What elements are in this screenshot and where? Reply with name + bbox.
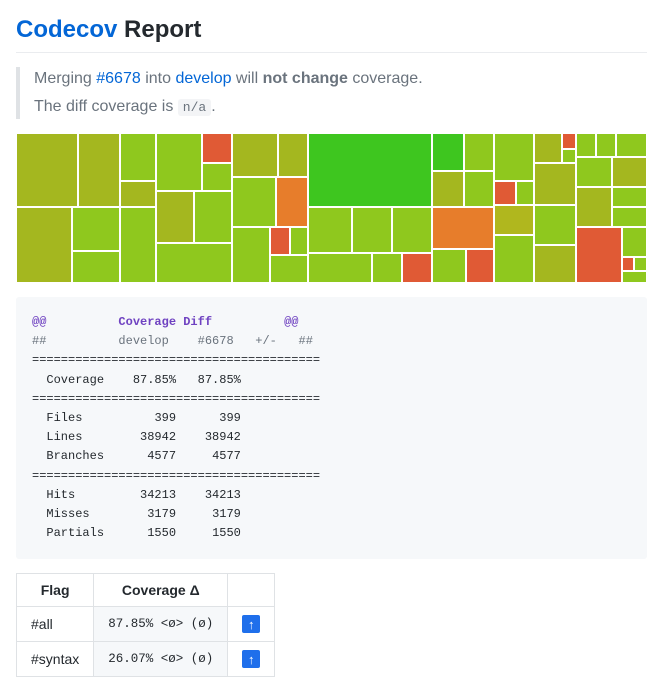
row-hits-label: Hits <box>46 488 75 502</box>
row-partials-head: 1550 <box>212 526 241 540</box>
row-coverage-head: 87.85% <box>198 373 241 387</box>
flag-coverage: 87.85% <ø> (ø) <box>94 607 228 642</box>
flag-row: #all 87.85% <ø> (ø) ↑ <box>17 607 275 642</box>
col-delta: +/- <box>255 334 277 348</box>
row-branches-label: Branches <box>46 449 104 463</box>
summary-blockquote: Merging #6678 into develop will not chan… <box>16 67 647 119</box>
row-partials-label: Partials <box>46 526 104 540</box>
diff-hash: ## <box>299 334 313 348</box>
report-title: Codecov Report <box>16 16 647 53</box>
row-files-head: 399 <box>219 411 241 425</box>
flag-carry-cell: ↑ <box>228 607 275 642</box>
diff-hash: ## <box>32 334 46 348</box>
text: will <box>231 70 262 87</box>
row-misses-label: Misses <box>46 507 89 521</box>
diff-title: Coverage Diff <box>118 315 212 329</box>
diff-at: @@ <box>284 315 298 329</box>
row-lines-base: 38942 <box>140 430 176 444</box>
summary-line-2: The diff coverage is n/a. <box>34 95 633 119</box>
flag-coverage: 26.07% <ø> (ø) <box>94 642 228 677</box>
coverage-diff-block: @@ Coverage Diff @@ ## develop #6678 +/-… <box>16 297 647 559</box>
title-rest: Report <box>117 16 201 43</box>
diff-at: @@ <box>32 315 46 329</box>
diff-sep: ======================================== <box>32 469 320 483</box>
row-misses-base: 3179 <box>147 507 176 521</box>
flag-name: #syntax <box>17 642 94 677</box>
col-head: #6678 <box>198 334 234 348</box>
change-bold: not change <box>263 70 348 87</box>
flags-head-carry <box>228 574 275 607</box>
text: coverage. <box>348 70 423 87</box>
row-partials-base: 1550 <box>147 526 176 540</box>
row-branches-head: 4577 <box>212 449 241 463</box>
flag-row: #syntax 26.07% <ø> (ø) ↑ <box>17 642 275 677</box>
text: The diff coverage is <box>34 98 178 115</box>
col-base: develop <box>118 334 168 348</box>
text: into <box>141 70 176 87</box>
flag-name: #all <box>17 607 94 642</box>
treemap-image-link[interactable] <box>16 133 647 283</box>
diff-sep: ======================================== <box>32 353 320 367</box>
row-files-label: Files <box>46 411 82 425</box>
row-coverage-base: 87.85% <box>133 373 176 387</box>
row-coverage-label: Coverage <box>46 373 104 387</box>
flags-head-flag: Flag <box>17 574 94 607</box>
coverage-diff: @@ Coverage Diff @@ ## develop #6678 +/-… <box>32 313 631 543</box>
row-misses-head: 3179 <box>212 507 241 521</box>
row-lines-label: Lines <box>46 430 82 444</box>
flag-carry-cell: ↑ <box>228 642 275 677</box>
flags-head-coverage: Coverage Δ <box>94 574 228 607</box>
brand-link[interactable]: Codecov <box>16 16 117 43</box>
coverage-treemap <box>16 133 647 283</box>
text: . <box>211 98 215 115</box>
diff-coverage-code: n/a <box>178 99 211 116</box>
branch-link[interactable]: develop <box>175 70 231 87</box>
row-hits-base: 34213 <box>140 488 176 502</box>
flags-table: Flag Coverage Δ #all 87.85% <ø> (ø) ↑ #s… <box>16 573 275 677</box>
carryforward-icon[interactable]: ↑ <box>242 650 260 668</box>
row-lines-head: 38942 <box>205 430 241 444</box>
row-files-base: 399 <box>154 411 176 425</box>
carryforward-icon[interactable]: ↑ <box>242 615 260 633</box>
pr-link[interactable]: #6678 <box>96 70 141 87</box>
row-branches-base: 4577 <box>147 449 176 463</box>
text: Merging <box>34 70 96 87</box>
summary-line-1: Merging #6678 into develop will not chan… <box>34 67 633 91</box>
row-hits-head: 34213 <box>205 488 241 502</box>
diff-sep: ======================================== <box>32 392 320 406</box>
